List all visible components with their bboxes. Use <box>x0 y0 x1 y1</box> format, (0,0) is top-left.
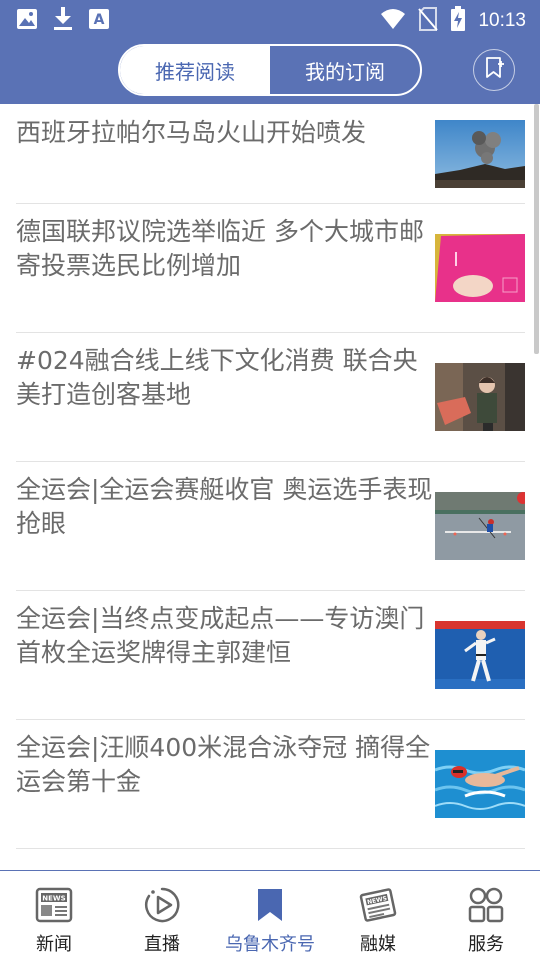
tab-label: 直播 <box>144 934 180 955</box>
font-a-icon: A <box>88 8 110 34</box>
postal-ballot-photo <box>435 234 525 302</box>
battery-charging-icon <box>450 6 466 36</box>
bookmark-add-icon <box>483 56 505 84</box>
tab-recommended[interactable]: 推荐阅读 <box>120 46 270 94</box>
swimming-photo <box>434 750 526 818</box>
app-header: A 10:13 推荐阅读 我的订阅 <box>0 0 540 104</box>
gallery-icon <box>16 8 38 34</box>
download-icon <box>52 7 74 35</box>
tab-label: 融媒 <box>360 934 396 955</box>
tab-media[interactable]: NEWS 融媒 <box>324 871 432 960</box>
article-item[interactable]: 全运会|当终点变成起点——专访澳门首枚全运奖牌得主郭建恒 <box>16 590 525 720</box>
studio-portrait-photo <box>435 363 525 431</box>
article-item[interactable]: 全运会|全运会赛艇收官 奥运选手表现抢眼 <box>16 461 529 591</box>
rowing-photo <box>435 492 529 560</box>
article-title: 全运会|全运会赛艇收官 奥运选手表现抢眼 <box>16 475 433 538</box>
tab-label: 新闻 <box>36 934 72 955</box>
status-time: 10:13 <box>478 10 526 31</box>
tab-news[interactable]: NEWS 新闻 <box>0 871 108 960</box>
bookmark-add-button[interactable] <box>473 49 515 91</box>
svg-text:A: A <box>94 12 105 28</box>
article-item[interactable]: 西班牙拉帕尔马岛火山开始喷发 <box>16 104 525 204</box>
bookmark-icon <box>250 885 290 925</box>
article-title: 全运会|当终点变成起点——专访澳门首枚全运奖牌得主郭建恒 <box>16 604 425 667</box>
volcano-eruption-photo <box>435 120 525 188</box>
newspaper-icon: NEWS <box>34 885 74 925</box>
article-item[interactable]: #024融合线上线下文化消费 联合央美打造创客基地 <box>16 332 525 462</box>
article-item[interactable]: 全运会|汪顺400米混合泳夺冠 摘得全运会第十金 <box>16 719 526 849</box>
tab-my-subscriptions[interactable]: 我的订阅 <box>270 46 420 94</box>
article-title: 德国联邦议院选举临近 多个大城市邮寄投票选民比例增加 <box>16 217 424 280</box>
status-bar: A 10:13 <box>0 0 540 38</box>
tab-live[interactable]: 直播 <box>108 871 216 960</box>
feed-segment-control: 推荐阅读 我的订阅 <box>118 44 422 96</box>
tab-label: 服务 <box>468 934 504 955</box>
svg-text:NEWS: NEWS <box>42 895 65 903</box>
article-list: 西班牙拉帕尔马岛火山开始喷发 德国联邦议院选举临近 多个大城市邮寄投票选民比例增… <box>0 104 540 870</box>
tab-label: 乌鲁木齐号 <box>225 934 315 955</box>
services-grid-icon <box>466 885 506 925</box>
list-scrollbar[interactable] <box>534 104 539 354</box>
media-news-icon: NEWS <box>358 885 398 925</box>
no-sim-icon <box>418 7 439 35</box>
wifi-icon <box>380 8 406 34</box>
bottom-tab-bar: NEWS 新闻 直播 乌鲁木齐号 NEWS 融媒 服务 <box>0 870 540 960</box>
article-item[interactable]: 德国联邦议院选举临近 多个大城市邮寄投票选民比例增加 <box>16 203 525 333</box>
article-title: 全运会|汪顺400米混合泳夺冠 摘得全运会第十金 <box>16 733 431 796</box>
tab-urumqi-account[interactable]: 乌鲁木齐号 <box>216 871 324 960</box>
martial-arts-photo <box>435 621 525 689</box>
play-circle-icon <box>142 885 182 925</box>
article-title: 西班牙拉帕尔马岛火山开始喷发 <box>16 118 367 147</box>
svg-text:NEWS: NEWS <box>367 895 388 906</box>
article-title: #024融合线上线下文化消费 联合央美打造创客基地 <box>16 346 418 409</box>
tab-services[interactable]: 服务 <box>432 871 540 960</box>
